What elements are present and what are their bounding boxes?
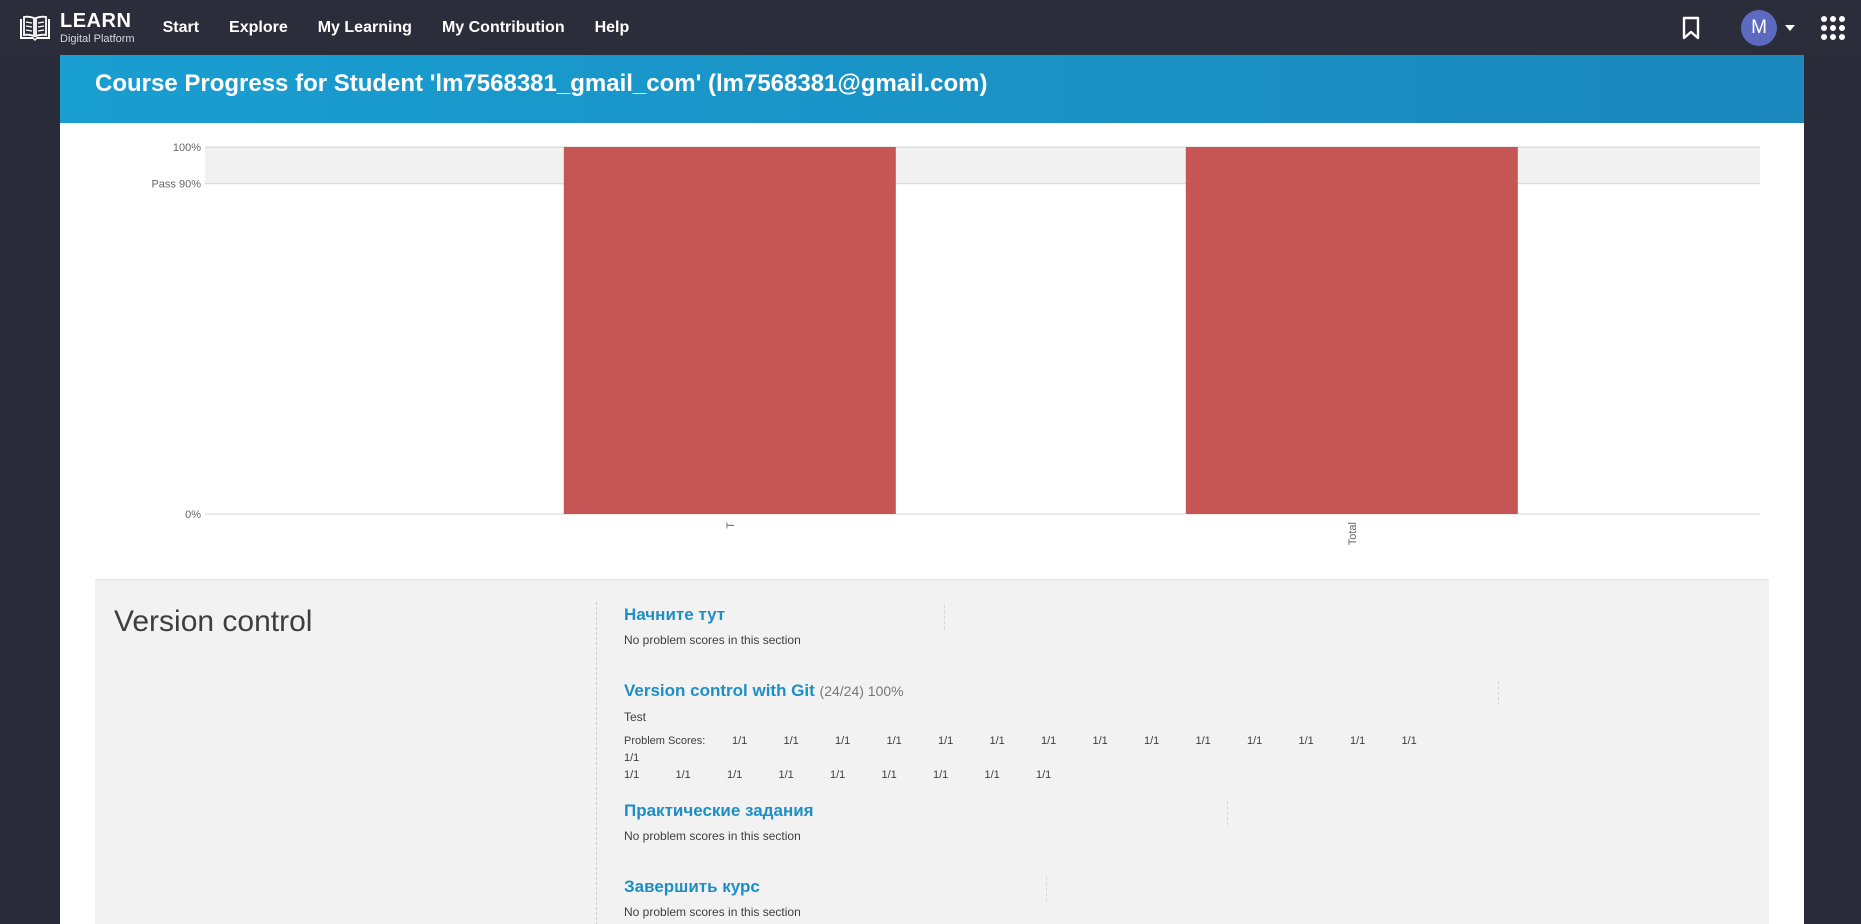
page-title: Course Progress for Student 'lm7568381_g… bbox=[95, 70, 988, 97]
problem-score: 1/1 bbox=[886, 735, 902, 747]
problem-score: 1/1 bbox=[1350, 735, 1366, 747]
problem-score: 1/1 bbox=[732, 735, 748, 747]
problem-score: 1/1 bbox=[989, 735, 1005, 747]
subsection-note: No problem scores in this section bbox=[624, 905, 801, 919]
problem-score: 1/1 bbox=[675, 769, 691, 781]
content-panel: Course Progress for Student 'lm7568381_g… bbox=[60, 55, 1804, 924]
problem-scores: Problem Scores: 1/1 1/1 1/1 1/1 1/1 1/1 1/1 1/1 1… bbox=[624, 733, 1484, 784]
progress-chart: 100% Pass 90% 0% T Total bbox=[60, 123, 1804, 563]
chapter-title: Version control bbox=[114, 605, 313, 638]
book-icon bbox=[20, 15, 50, 41]
subsection-note: No problem scores in this section bbox=[624, 829, 801, 843]
subsection-start-here: Начните тут No problem scores in this se… bbox=[624, 605, 945, 647]
subsection-separator bbox=[944, 605, 945, 629]
problem-score: 1/1 bbox=[835, 735, 851, 747]
logo[interactable]: LEARN Digital Platform bbox=[18, 11, 135, 45]
subsection-note: No problem scores in this section bbox=[624, 633, 801, 647]
logo-subtitle: Digital Platform bbox=[60, 32, 135, 45]
subsection-link[interactable]: Начните тут bbox=[624, 605, 725, 625]
problem-score: 1/1 bbox=[624, 752, 640, 764]
nav-explore[interactable]: Explore bbox=[229, 19, 288, 37]
problem-score: 1/1 bbox=[1036, 769, 1052, 781]
avatar[interactable]: M bbox=[1741, 9, 1777, 46]
subsection-practical-tasks: Практические задания No problem scores i… bbox=[624, 801, 1228, 843]
problem-score: 1/1 bbox=[830, 769, 846, 781]
nav-start[interactable]: Start bbox=[163, 19, 199, 37]
pass-band bbox=[205, 147, 1760, 184]
y-tick-label: Pass 90% bbox=[151, 179, 201, 191]
problem-score: 1/1 bbox=[881, 769, 897, 781]
y-tick-label: 0% bbox=[185, 509, 201, 521]
problem-score: 1/1 bbox=[933, 769, 949, 781]
problem-score: 1/1 bbox=[1195, 735, 1211, 747]
chapter-section: Version control Начните тут No problem s… bbox=[95, 579, 1769, 924]
subsection-separator bbox=[1498, 681, 1499, 705]
problem-score: 1/1 bbox=[938, 735, 954, 747]
nav-help[interactable]: Help bbox=[595, 19, 630, 37]
problem-scores-label: Problem Scores: bbox=[624, 735, 706, 747]
section-divider bbox=[596, 602, 597, 924]
bookmark-icon[interactable] bbox=[1681, 16, 1701, 40]
subsection-link[interactable]: Завершить курс bbox=[624, 877, 760, 897]
logo-title: LEARN bbox=[60, 9, 132, 32]
bar bbox=[1185, 147, 1518, 514]
chevron-down-icon[interactable] bbox=[1785, 24, 1795, 31]
problem-score: 1/1 bbox=[778, 769, 794, 781]
page-banner: Course Progress for Student 'lm7568381_g… bbox=[60, 55, 1804, 123]
subsection-separator bbox=[1227, 801, 1228, 825]
top-navbar: LEARN Digital Platform Start Explore My … bbox=[0, 0, 1861, 55]
problem-score: 1/1 bbox=[624, 769, 640, 781]
bar bbox=[563, 147, 896, 514]
main-nav: Start Explore My Learning My Contributio… bbox=[163, 19, 660, 37]
problem-score: 1/1 bbox=[727, 769, 743, 781]
y-tick-label: 100% bbox=[173, 142, 201, 154]
subsection-link[interactable]: Version control with Git (24/24) 100% bbox=[624, 681, 904, 701]
problem-score: 1/1 bbox=[1144, 735, 1160, 747]
subsection-finish-course: Завершить курс No problem scores in this… bbox=[624, 877, 1047, 919]
progress-chart-svg: 100% Pass 90% 0% T Total bbox=[151, 142, 1760, 545]
subsection-score: (24/24) 100% bbox=[819, 683, 904, 699]
x-tick-label: Total bbox=[1347, 522, 1359, 545]
subsection-version-control-git: Version control with Git (24/24) 100% Te… bbox=[624, 681, 1499, 784]
problem-score: 1/1 bbox=[1247, 735, 1263, 747]
problem-score: 1/1 bbox=[1401, 735, 1417, 747]
assignment-type-label: Test bbox=[624, 710, 647, 724]
nav-my-contribution[interactable]: My Contribution bbox=[442, 19, 565, 37]
problem-score: 1/1 bbox=[984, 769, 1000, 781]
problem-score: 1/1 bbox=[783, 735, 799, 747]
nav-my-learning[interactable]: My Learning bbox=[318, 19, 412, 37]
subsection-link[interactable]: Практические задания bbox=[624, 801, 814, 821]
problem-score: 1/1 bbox=[1298, 735, 1314, 747]
problem-score: 1/1 bbox=[1092, 735, 1108, 747]
subsection-separator bbox=[1046, 877, 1047, 901]
apps-grid-icon[interactable] bbox=[1821, 15, 1845, 40]
problem-score: 1/1 bbox=[1041, 735, 1057, 747]
x-tick-label: T bbox=[725, 522, 737, 529]
